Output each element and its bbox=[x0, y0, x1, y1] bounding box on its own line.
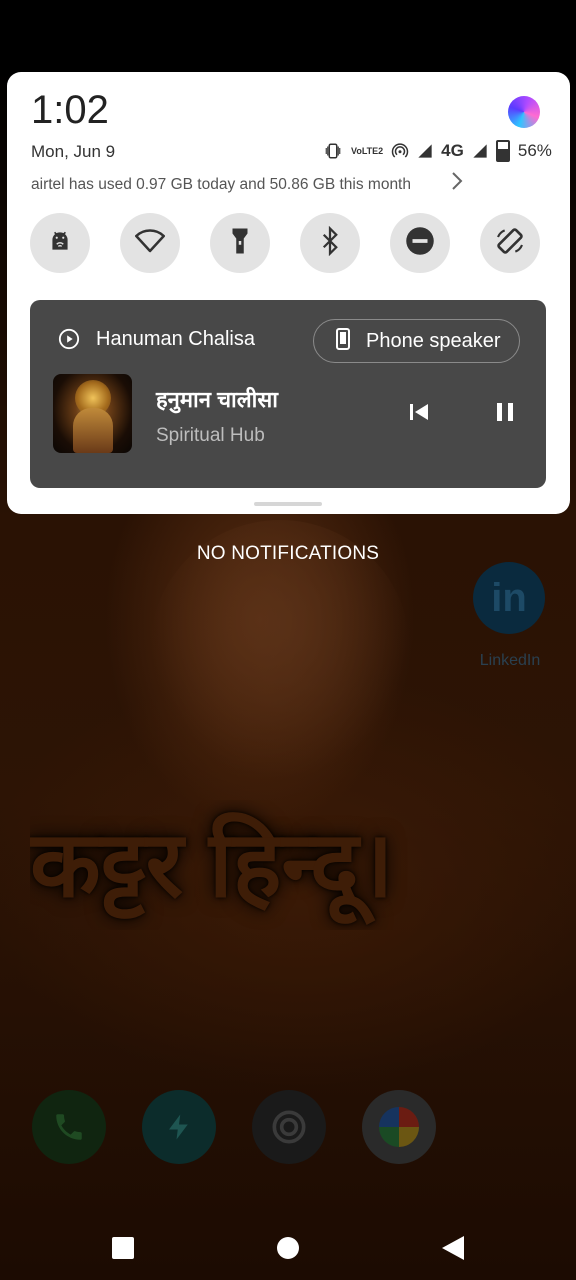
linkedin-app-icon[interactable]: in bbox=[473, 562, 545, 634]
album-art bbox=[53, 374, 132, 453]
recents-button[interactable] bbox=[112, 1237, 134, 1259]
quick-tiles-row bbox=[30, 213, 540, 273]
wifi-tile[interactable] bbox=[120, 213, 180, 273]
output-device-button[interactable]: Phone speaker bbox=[313, 319, 520, 363]
hotspot-icon bbox=[391, 142, 409, 160]
dnd-icon bbox=[405, 226, 435, 261]
play-circle-icon bbox=[58, 328, 80, 355]
rotate-icon bbox=[494, 225, 526, 262]
home-button[interactable] bbox=[277, 1237, 299, 1259]
date[interactable]: Mon, Jun 9 bbox=[31, 142, 115, 162]
media-player-card[interactable]: Hanuman Chalisa Phone speaker हनुमान चाल… bbox=[30, 300, 546, 488]
android-wifi-debug-tile[interactable] bbox=[30, 213, 90, 273]
bluetooth-icon bbox=[320, 225, 340, 261]
google-photos-app-icon[interactable] bbox=[362, 1090, 436, 1164]
chatgpt-app-icon[interactable] bbox=[252, 1090, 326, 1164]
battery-icon bbox=[495, 140, 510, 162]
data-usage-text[interactable]: airtel has used 0.97 GB today and 50.86 … bbox=[31, 176, 411, 194]
output-device-label: Phone speaker bbox=[366, 329, 501, 352]
navigation-bar bbox=[0, 1210, 576, 1280]
network-type: 4G bbox=[441, 141, 464, 160]
clock[interactable]: 1:02 bbox=[31, 88, 109, 133]
brand-logo-icon bbox=[508, 96, 540, 128]
phone-app-icon[interactable] bbox=[32, 1090, 106, 1164]
signal-2-icon bbox=[472, 143, 488, 159]
back-button[interactable] bbox=[442, 1236, 464, 1265]
track-artist: Spiritual Hub bbox=[156, 425, 265, 446]
shade-drag-handle[interactable] bbox=[254, 502, 322, 506]
media-app-name: Hanuman Chalisa bbox=[96, 328, 255, 350]
bluetooth-tile[interactable] bbox=[300, 213, 360, 273]
flashlight-icon bbox=[230, 226, 250, 261]
wallpaper-text: कट्टर हिन्दू। bbox=[30, 814, 394, 916]
quick-settings-panel: 1:02 Mon, Jun 9 VoLTE2 4G 56% airtel has… bbox=[7, 72, 570, 514]
no-notifications-label: NO NOTIFICATIONS bbox=[196, 543, 380, 564]
chevron-right-icon[interactable] bbox=[451, 170, 463, 198]
track-title: हनुमान चालीसा bbox=[156, 387, 278, 412]
skip-previous-icon[interactable] bbox=[407, 400, 431, 429]
phone-speaker-icon bbox=[334, 327, 352, 356]
vibrate-icon bbox=[323, 142, 343, 160]
linkedin-app-label: LinkedIn bbox=[479, 652, 541, 669]
signal-icon bbox=[417, 143, 433, 159]
volte-icon: VoLTE2 bbox=[351, 145, 384, 156]
photos-pinwheel-icon bbox=[379, 1107, 419, 1147]
flashlight-tile[interactable] bbox=[210, 213, 270, 273]
battery-percent: 56% bbox=[517, 141, 552, 160]
pause-icon[interactable] bbox=[493, 400, 517, 429]
status-icons: VoLTE2 4G 56% bbox=[323, 140, 552, 162]
bolt-app-icon[interactable] bbox=[142, 1090, 216, 1164]
do-not-disturb-tile[interactable] bbox=[390, 213, 450, 273]
android-icon bbox=[47, 228, 73, 259]
wifi-icon bbox=[135, 228, 165, 259]
auto-rotate-tile[interactable] bbox=[480, 213, 540, 273]
